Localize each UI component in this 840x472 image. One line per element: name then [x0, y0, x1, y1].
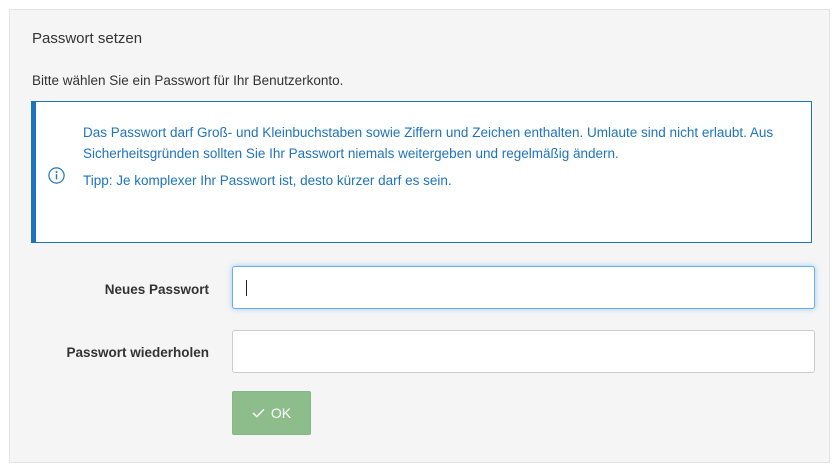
ok-button-label: OK — [270, 405, 292, 421]
repeat-password-input[interactable] — [232, 330, 815, 373]
info-description: Das Passwort darf Groß- und Kleinbuchsta… — [83, 125, 774, 161]
new-password-input[interactable] — [232, 266, 815, 309]
ok-button[interactable]: OK — [232, 391, 311, 435]
info-box: Das Passwort darf Groß- und Kleinbuchsta… — [31, 101, 812, 243]
repeat-password-label: Passwort wiederholen — [66, 345, 209, 360]
panel-title: Passwort setzen — [32, 30, 143, 47]
password-panel: Passwort setzen Bitte wählen Sie ein Pas… — [9, 9, 830, 463]
info-circle-icon — [48, 167, 65, 184]
info-text: Das Passwort darf Groß- und Kleinbuchsta… — [83, 122, 803, 191]
info-tip: Tipp: Je komplexer Ihr Passwort ist, des… — [83, 173, 452, 188]
new-password-label: Neues Passwort — [104, 282, 209, 297]
checkmark-icon — [252, 408, 265, 418]
panel-subtitle: Bitte wählen Sie ein Passwort für Ihr Be… — [32, 73, 344, 88]
text-caret — [246, 280, 247, 296]
